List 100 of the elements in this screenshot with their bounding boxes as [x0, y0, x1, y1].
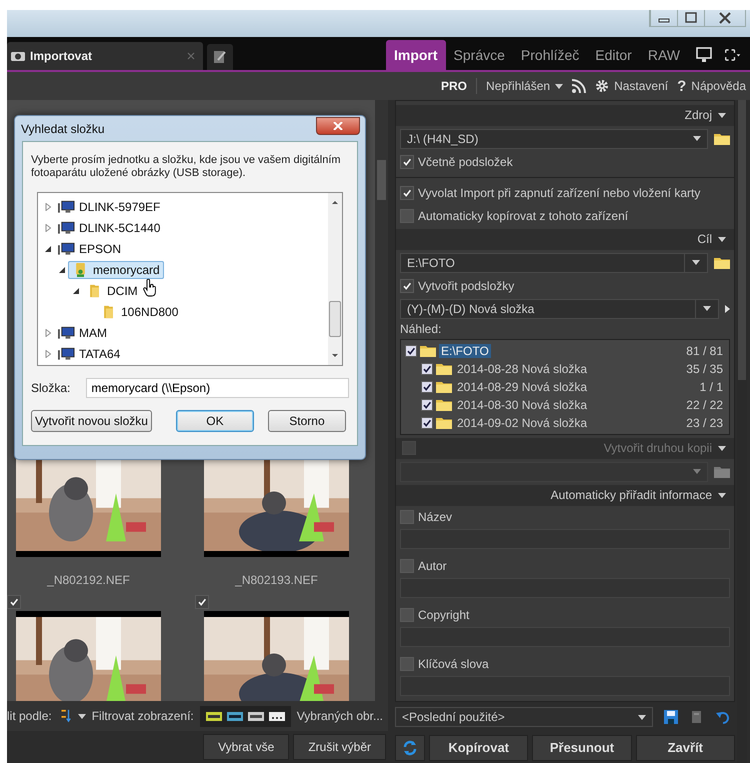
action-button[interactable]: Kopírovat: [429, 734, 528, 760]
checkmark-icon: [406, 346, 416, 356]
network-computer-icon: [58, 326, 75, 340]
pattern-dropdown[interactable]: (Y)-(M)-(D) Nová složka: [400, 298, 719, 319]
checkbox[interactable]: [400, 657, 414, 672]
scrollbar-thumb[interactable]: [738, 100, 746, 380]
checkbox[interactable]: [400, 559, 414, 574]
file-type-icon[interactable]: [206, 712, 222, 720]
save-icon[interactable]: [663, 709, 679, 725]
scrollbar-thumb[interactable]: [377, 160, 386, 200]
dropdown-icon: [703, 306, 711, 312]
dialog-button[interactable]: Storno: [268, 410, 346, 432]
tree-item[interactable]: MAM: [54, 324, 111, 342]
dropdown-icon: [692, 260, 700, 266]
scroll-up-icon[interactable]: [331, 199, 339, 205]
mode-tab[interactable]: Prohlížeč: [512, 40, 588, 70]
collapsed-arrow-icon[interactable]: [44, 350, 52, 358]
dialog-button[interactable]: Vytvořit novou složku: [31, 410, 152, 432]
tree-item[interactable]: 2014-08-28 Nová složka: [455, 362, 590, 376]
tree-item[interactable]: EPSON: [54, 240, 126, 258]
folder-field[interactable]: memorycard (\\Epson): [86, 378, 349, 398]
refresh-button[interactable]: [395, 734, 425, 760]
tree-item[interactable]: 2014-08-29 Nová složka: [455, 380, 590, 394]
mode-tab[interactable]: Editor: [587, 40, 640, 70]
mode-tab[interactable]: Správce: [446, 40, 513, 70]
checkbox[interactable]: [421, 362, 433, 375]
section-header[interactable]: Cíl: [697, 232, 712, 246]
folder-icon: [436, 416, 452, 430]
tree-item[interactable]: E:\FOTO: [439, 344, 491, 358]
action-button[interactable]: Zavřít: [636, 734, 735, 760]
tree-item[interactable]: memorycard: [68, 260, 164, 278]
checkbox[interactable]: [400, 186, 414, 200]
preset-dropdown[interactable]: <Poslední použité>: [395, 707, 653, 727]
document-tab[interactable]: Importovat: [7, 42, 203, 70]
network-computer-icon: [58, 242, 75, 256]
tree-item[interactable]: 2014-08-30 Nová složka: [455, 398, 590, 412]
checkbox[interactable]: [421, 380, 433, 393]
checkbox[interactable]: [400, 208, 414, 223]
section-header[interactable]: Zdroj: [684, 108, 712, 122]
folder-icon: [436, 362, 452, 376]
scroll-down-icon[interactable]: [331, 353, 339, 359]
mode-tab[interactable]: RAW: [640, 40, 688, 70]
dialog-message: Vyberte prosím jednotku a složku, kde jsou ve vašem digitálním fotoaparátu uložené obrázky (USB storage).: [31, 154, 342, 180]
checkbox-label: Vytvořit podsložky: [418, 278, 514, 293]
settings-button[interactable]: Nastavení: [595, 79, 668, 93]
checkbox[interactable]: [400, 608, 414, 622]
folder-icon: [420, 344, 436, 358]
checkbox[interactable]: [400, 510, 414, 524]
camera-icon: [11, 49, 25, 63]
collapse-icon: [718, 492, 726, 498]
expanded-arrow-icon[interactable]: [44, 244, 52, 252]
select-checkbox[interactable]: [195, 595, 209, 609]
tree-item[interactable]: TATA64: [54, 344, 124, 362]
collapsed-arrow-icon[interactable]: [44, 202, 52, 210]
expand-arrow-icon[interactable]: [725, 304, 730, 313]
collapsed-arrow-icon[interactable]: [44, 224, 52, 232]
checkbox[interactable]: [421, 416, 433, 429]
rss-icon[interactable]: [572, 79, 586, 93]
close-button[interactable]: [316, 116, 360, 134]
dropdown-icon: [693, 469, 701, 474]
network-computer-icon: [58, 220, 75, 234]
dropdown-icon: [693, 136, 701, 142]
undo-icon[interactable]: [715, 709, 731, 725]
tree-item[interactable]: DLINK-5979EF: [54, 198, 164, 216]
source-dropdown[interactable]: J:\ (H4N_SD): [400, 128, 708, 149]
more-icon[interactable]: [268, 712, 285, 720]
folder-icon: [436, 398, 452, 412]
help-button[interactable]: ? Nápověda: [677, 78, 746, 94]
scrollbar-thumb[interactable]: [329, 301, 341, 337]
checkbox[interactable]: [405, 344, 417, 357]
close-icon: [333, 122, 343, 130]
caret-icon: [78, 714, 86, 718]
monitor-icon[interactable]: [696, 47, 712, 63]
account-menu[interactable]: Nepřihlášen: [486, 79, 564, 93]
mode-tab[interactable]: Import: [386, 40, 446, 70]
checkmark-icon: [422, 382, 432, 392]
edit-tab[interactable]: [207, 44, 233, 70]
expanded-arrow-icon[interactable]: [72, 286, 80, 294]
fullscreen-icon[interactable]: [725, 47, 741, 63]
selection-button[interactable]: Zrušit výběr: [293, 734, 386, 760]
expanded-arrow-icon[interactable]: [58, 266, 66, 274]
action-button[interactable]: Přesunout: [532, 734, 632, 760]
tree-item[interactable]: 106ND800: [96, 302, 182, 320]
tree-item[interactable]: DCIM: [82, 282, 142, 300]
checkbox[interactable]: [421, 398, 433, 411]
checkbox[interactable]: [400, 154, 414, 169]
collapsed-arrow-icon[interactable]: [44, 328, 52, 336]
target-dropdown[interactable]: E:\FOTO: [400, 252, 708, 273]
select-checkbox[interactable]: [7, 595, 21, 609]
file-type-icon[interactable]: [226, 712, 243, 720]
tree-item[interactable]: DLINK-5C1440: [54, 218, 164, 236]
dialog-button[interactable]: OK: [176, 410, 254, 432]
sort-label: lit podle:: [7, 709, 52, 723]
file-type-icon[interactable]: [248, 712, 264, 720]
checkmark-icon: [402, 280, 412, 291]
checkbox[interactable]: [400, 278, 414, 293]
selection-button[interactable]: Vybrat vše: [203, 734, 290, 760]
checkbox-label: Klíčová slova: [418, 657, 489, 672]
tree-item[interactable]: 2014-09-02 Nová složka: [455, 416, 590, 430]
checkmark-icon: [422, 364, 432, 374]
